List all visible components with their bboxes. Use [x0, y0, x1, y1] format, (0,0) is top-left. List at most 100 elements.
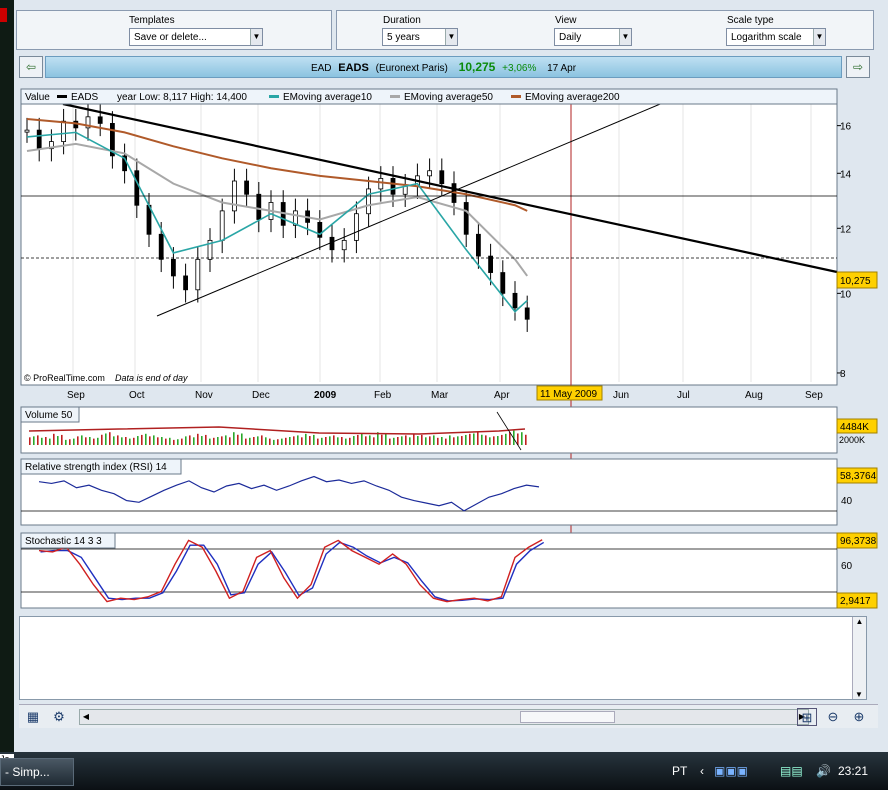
volume-bar	[101, 434, 103, 445]
volume-bar	[245, 438, 247, 445]
notes-pane[interactable]: ▲ ▼	[19, 616, 867, 700]
volume-bar	[81, 435, 83, 445]
volume-bar	[129, 438, 131, 445]
zoom-out-icon[interactable]: ⊖	[823, 708, 843, 726]
chevron-down-icon: ▼	[813, 29, 825, 45]
volume-bar	[305, 433, 307, 445]
volume-bar	[121, 437, 123, 445]
volume-bar	[157, 437, 159, 445]
scroll-up-icon[interactable]: ▲	[853, 617, 866, 626]
time-tick: Feb	[374, 390, 392, 401]
volume-bar	[389, 438, 391, 445]
volume-bar	[469, 433, 471, 445]
volume-bar	[277, 439, 279, 445]
price-tag-text: 10,275	[840, 276, 871, 287]
cursor-date-text: 11 May 2009	[540, 389, 598, 400]
candle-body	[97, 116, 103, 124]
volume-bar	[385, 433, 387, 445]
price-pane[interactable]	[20, 88, 838, 386]
left-window-edge	[0, 0, 14, 752]
close-fragment[interactable]	[0, 8, 7, 22]
volume-bar	[133, 437, 135, 445]
volume-bar	[253, 437, 255, 445]
notes-scrollbar[interactable]: ▲ ▼	[852, 617, 866, 699]
volume-bar	[141, 434, 143, 445]
volume-bar	[161, 437, 163, 445]
chart-area[interactable]: 16 14 12 10 8 Value EADS year Low: 8,117 Hig…	[19, 84, 878, 610]
candle-body	[36, 129, 42, 150]
volume-bar	[73, 438, 75, 445]
price-tick: 8	[840, 369, 846, 380]
volume-bar	[353, 436, 355, 445]
volume-bar	[317, 438, 319, 445]
templates-dropdown[interactable]: Save or delete... ▼	[129, 28, 263, 46]
volume-bar	[137, 436, 139, 445]
candle-body	[427, 170, 433, 177]
price-change: +3,06%	[502, 63, 537, 74]
taskbar-task[interactable]: - Simp...	[0, 758, 74, 786]
chart-forward-icon: ⇨	[852, 60, 864, 74]
rsi-tag-text: 58,3764	[840, 471, 877, 482]
volume-bar	[381, 434, 383, 445]
candle-body	[378, 178, 384, 190]
volume-bar	[409, 437, 411, 445]
time-scroll-thumb[interactable]	[520, 711, 615, 723]
volume-bar	[173, 439, 175, 445]
volume-bar	[233, 432, 235, 445]
legend-ema50: EMoving average50	[404, 92, 493, 103]
volume-bar	[481, 434, 483, 445]
zoom-box-icon[interactable]: ⊞	[797, 708, 817, 726]
volume-bar	[249, 437, 251, 445]
tray-apps-icon[interactable]: ▣▣▣	[714, 764, 748, 778]
scroll-left-icon[interactable]: ◀	[80, 710, 92, 724]
volume-bar	[201, 436, 203, 445]
rsi-tick: 40	[841, 496, 853, 507]
legend-ema200: EMoving average200	[525, 92, 620, 103]
tray-expand-icon[interactable]: ‹	[700, 764, 704, 778]
volume-pane[interactable]	[20, 406, 838, 454]
tray-network-icon[interactable]: ▤▤	[780, 764, 803, 778]
candle-body	[256, 193, 262, 220]
next-chart-button[interactable]: ⇨	[846, 56, 870, 78]
chart-type-icon[interactable]: ▦	[23, 708, 43, 726]
windows-taskbar	[0, 752, 888, 790]
volume-bar	[361, 433, 363, 445]
volume-bar	[53, 433, 55, 445]
volume-bar	[57, 436, 59, 445]
volume-bar	[345, 438, 347, 445]
candle-body	[524, 307, 530, 320]
volume-bar	[189, 435, 191, 445]
credit-note: Data is end of day	[115, 373, 188, 383]
view-value: Daily	[559, 32, 582, 43]
scroll-down-icon[interactable]: ▼	[853, 690, 865, 699]
volume-bar	[61, 434, 63, 445]
prev-chart-button[interactable]: ⇦	[19, 56, 43, 78]
time-scrollbar[interactable]: ◀ ▶	[79, 709, 809, 725]
properties-icon[interactable]: ⚙	[49, 708, 69, 726]
duration-label: Duration	[383, 15, 421, 26]
volume-bar	[393, 437, 395, 445]
volume-icon[interactable]: 🔊	[816, 764, 831, 778]
volume-bar	[29, 437, 31, 445]
volume-bar	[401, 436, 403, 445]
volume-bar	[289, 437, 291, 445]
volume-bar	[329, 436, 331, 445]
time-tick: Sep	[805, 390, 823, 401]
volume-bar	[321, 437, 323, 445]
candle-body	[329, 236, 335, 251]
stochastic-pane[interactable]	[20, 532, 838, 609]
view-dropdown[interactable]: Daily ▼	[554, 28, 632, 46]
language-indicator[interactable]: PT	[672, 764, 687, 778]
duration-dropdown[interactable]: 5 years ▼	[382, 28, 458, 46]
candle-body	[500, 272, 506, 294]
candle-body	[134, 170, 140, 206]
volume-bar	[145, 433, 147, 445]
volume-bar	[109, 432, 111, 445]
zoom-in-icon[interactable]: ⊕	[849, 708, 869, 726]
quote-date: 17 Apr	[547, 63, 577, 74]
settings-panel: Duration 5 years ▼ View Daily ▼ Scale type…	[336, 10, 874, 50]
scale-dropdown[interactable]: Logarithm scale ▼	[726, 28, 826, 46]
candle-body	[24, 129, 30, 133]
duration-value: 5 years	[387, 32, 420, 43]
stoch-low-tag-text: 2,9417	[840, 596, 871, 607]
